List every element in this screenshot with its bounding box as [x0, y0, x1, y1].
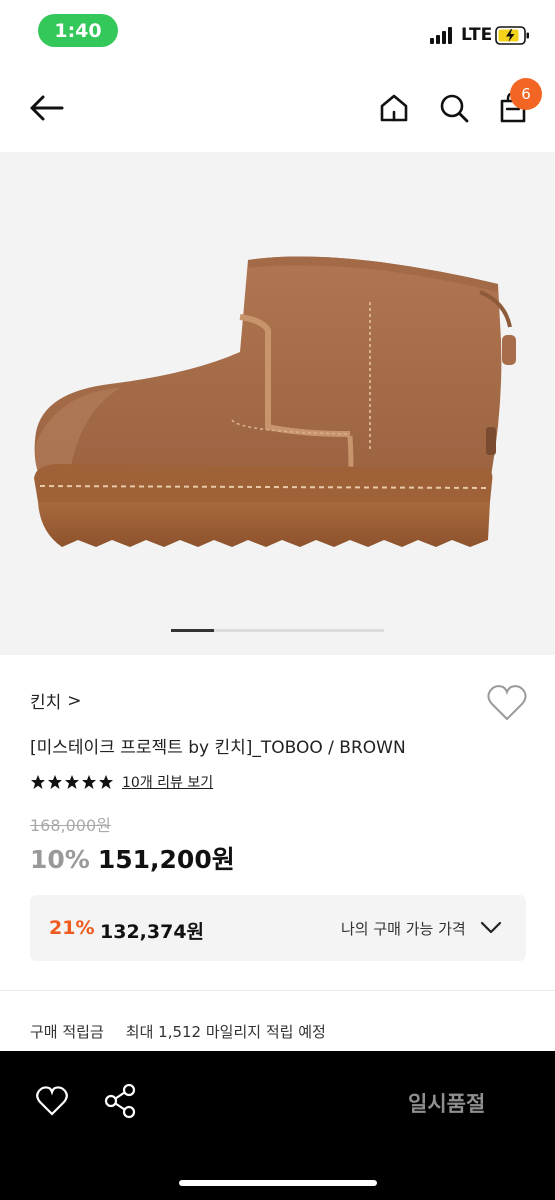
share-icon[interactable]	[103, 1083, 137, 1119]
my-price-dropdown[interactable]: 21% 132,374원 나의 구매 가능 가격	[30, 895, 526, 961]
points-row: 구매 적립금 최대 1,512 마일리지 적립 예정	[30, 1021, 326, 1042]
cart-count-badge: 6	[510, 78, 542, 110]
price-row: 10% 151,200원	[30, 840, 235, 876]
home-indicator[interactable]	[179, 1180, 377, 1186]
star-rating	[30, 774, 114, 790]
star-icon	[48, 775, 62, 789]
points-value: 최대 1,512 마일리지 적립 예정	[125, 1023, 326, 1041]
my-price-label: 나의 구매 가능 가격	[341, 920, 466, 938]
status-time: 1:40	[38, 14, 118, 47]
rating-row: 10개 리뷰 보기	[30, 771, 213, 793]
top-navigation: 6	[0, 62, 555, 152]
star-icon	[99, 775, 113, 789]
star-icon	[31, 775, 45, 789]
status-bar: 1:40 LTE	[0, 0, 555, 62]
points-label: 구매 적립금	[30, 1023, 104, 1041]
network-label: LTE	[461, 25, 493, 45]
signal-icon	[430, 27, 454, 44]
search-icon[interactable]	[432, 86, 476, 130]
wishlist-heart-icon[interactable]	[35, 1085, 69, 1117]
brand-name: 킨치	[30, 693, 62, 713]
product-image	[34, 256, 516, 547]
star-icon	[82, 775, 96, 789]
sale-price: 151,200원	[97, 845, 235, 874]
section-divider	[0, 990, 555, 991]
back-arrow-icon[interactable]	[24, 86, 68, 130]
chevron-right-icon: >	[67, 690, 82, 711]
home-icon[interactable]	[372, 86, 416, 130]
product-image-gallery[interactable]	[0, 152, 555, 655]
discount-rate: 10%	[30, 845, 90, 874]
original-price: 168,000원	[30, 816, 111, 835]
wishlist-heart-icon[interactable]	[486, 684, 528, 722]
bottom-action-bar: 일시품절	[0, 1051, 555, 1200]
my-price-value: 132,374원	[100, 921, 205, 943]
product-title: [미스테이크 프로젝트 by 킨치]_TOBOO / BROWN	[30, 738, 406, 758]
star-icon	[65, 775, 79, 789]
gallery-progress-indicator	[171, 629, 214, 632]
my-price-discount: 21%	[49, 917, 95, 939]
brand-link[interactable]: 킨치 >	[30, 688, 82, 714]
battery-charging-icon	[495, 26, 529, 45]
review-link[interactable]: 10개 리뷰 보기	[122, 772, 213, 792]
chevron-down-icon	[480, 921, 502, 934]
sold-out-button[interactable]: 일시품절	[408, 1088, 485, 1118]
